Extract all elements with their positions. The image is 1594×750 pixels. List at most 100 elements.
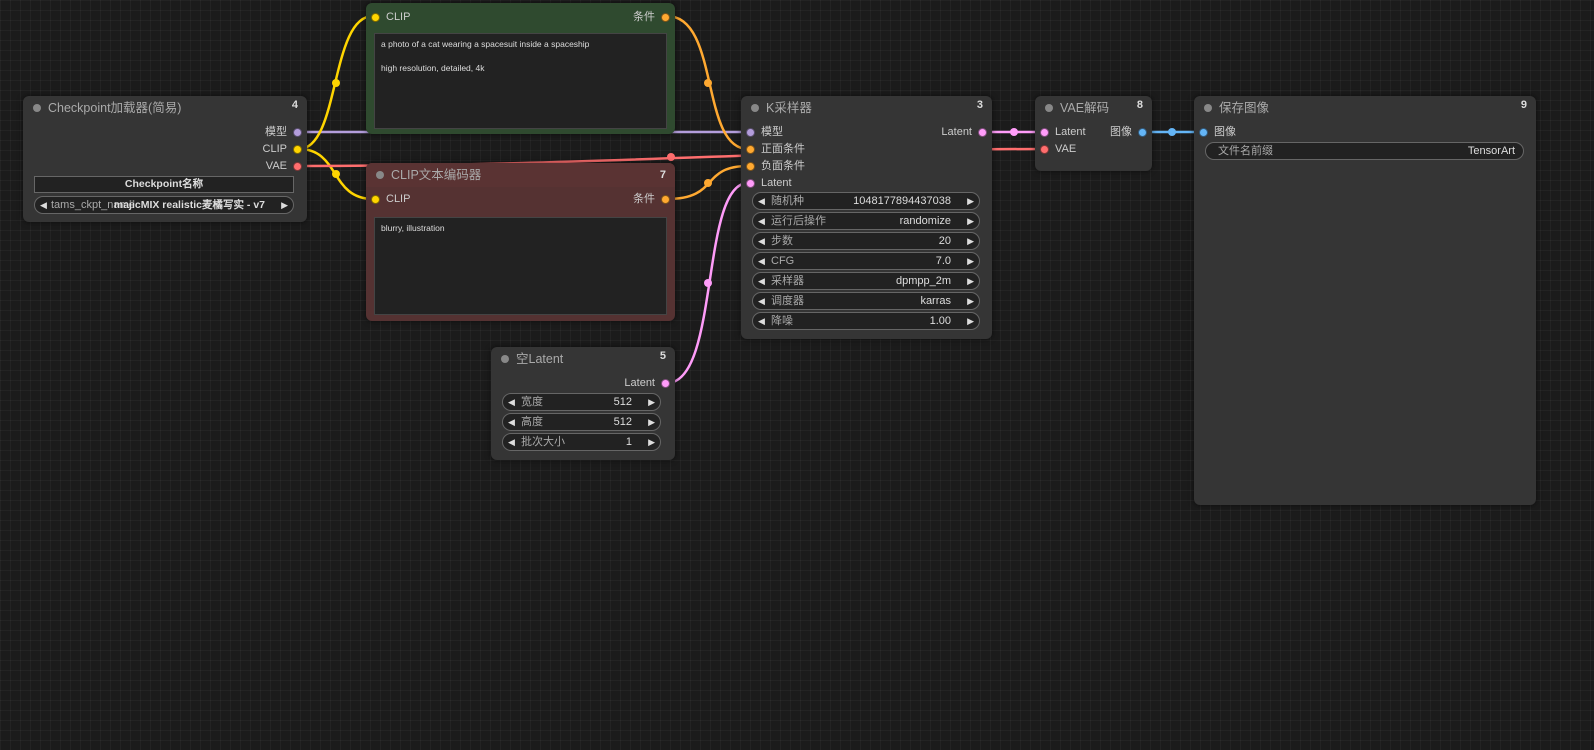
arrow-left-icon[interactable]: ◀	[758, 273, 765, 289]
arrow-left-icon[interactable]: ◀	[758, 293, 765, 309]
link-positive-conditioning[interactable]	[666, 14, 749, 151]
link-vae-midpoint[interactable]	[667, 153, 675, 161]
arrow-right-icon[interactable]: ▶	[967, 313, 974, 329]
arrow-right-icon[interactable]: ▶	[967, 253, 974, 269]
node-title-bar[interactable]: Checkpoint加载器(简易) 4	[23, 96, 307, 120]
link-latent-midpoint[interactable]	[704, 279, 712, 287]
input-image[interactable]: 图像	[1199, 125, 1236, 139]
node-title-bar[interactable]: 保存图像 9	[1194, 96, 1536, 120]
arrow-left-icon[interactable]: ◀	[758, 213, 765, 229]
latent-pin-icon[interactable]	[978, 128, 987, 137]
save-image-node[interactable]: 保存图像 9 图像 文件名前缀 TensorArt	[1194, 96, 1536, 505]
arrow-right-icon[interactable]: ▶	[967, 273, 974, 289]
ksampler-node[interactable]: K采样器 3 模型 正面条件 负面条件 Latent Latent ◀ 随机种 …	[741, 96, 992, 339]
arrow-left-icon[interactable]: ◀	[758, 193, 765, 209]
image-pin-icon[interactable]	[1199, 128, 1208, 137]
collapse-dot-icon[interactable]	[501, 355, 509, 363]
input-model[interactable]: 模型	[746, 125, 783, 139]
link-negative-midpoint[interactable]	[704, 179, 712, 187]
image-pin-icon[interactable]	[1138, 128, 1147, 137]
arrow-right-icon[interactable]: ▶	[967, 293, 974, 309]
link-image-midpoint[interactable]	[1168, 128, 1176, 136]
width-widget[interactable]: ◀ 宽度 512 ▶	[502, 393, 661, 411]
link-positive-midpoint[interactable]	[704, 79, 712, 87]
collapse-dot-icon[interactable]	[1204, 104, 1212, 112]
arrow-left-icon[interactable]: ◀	[40, 197, 47, 213]
positive-prompt-node[interactable]: CLIP 条件 a photo of a cat wearing a space…	[366, 3, 675, 134]
conditioning-pin-icon[interactable]	[746, 162, 755, 171]
vae-pin-icon[interactable]	[1040, 145, 1049, 154]
arrow-left-icon[interactable]: ◀	[508, 394, 515, 410]
checkpoint-name-combo[interactable]: ◀ tams_ckpt_name majicMIX realistic麦橘写实 …	[34, 196, 294, 214]
input-negative[interactable]: 负面条件	[746, 159, 805, 173]
batch-size-widget[interactable]: ◀ 批次大小 1 ▶	[502, 433, 661, 451]
clip-pin-icon[interactable]	[371, 195, 380, 204]
steps-widget[interactable]: ◀ 步数 20 ▶	[752, 232, 980, 250]
scheduler-widget[interactable]: ◀ 调度器 karras ▶	[752, 292, 980, 310]
arrow-right-icon[interactable]: ▶	[967, 213, 974, 229]
input-clip[interactable]: CLIP	[371, 192, 410, 206]
input-vae[interactable]: VAE	[1040, 142, 1076, 156]
link-clip-positive-midpoint[interactable]	[332, 79, 340, 87]
clip-pin-icon[interactable]	[371, 13, 380, 22]
seed-widget[interactable]: ◀ 随机种 1048177894437038 ▶	[752, 192, 980, 210]
node-title-bar[interactable]: VAE解码 8	[1035, 96, 1152, 120]
conditioning-pin-icon[interactable]	[746, 145, 755, 154]
output-image[interactable]: 图像	[1110, 125, 1147, 139]
latent-pin-icon[interactable]	[1040, 128, 1049, 137]
cfg-widget[interactable]: ◀ CFG 7.0 ▶	[752, 252, 980, 270]
input-positive[interactable]: 正面条件	[746, 142, 805, 156]
latent-pin-icon[interactable]	[746, 179, 755, 188]
node-title-bar[interactable]: 空Latent 5	[491, 347, 675, 371]
latent-pin-icon[interactable]	[661, 379, 670, 388]
output-latent[interactable]: Latent	[624, 376, 670, 390]
link-negative-conditioning[interactable]	[666, 164, 749, 201]
input-clip[interactable]: CLIP	[371, 10, 410, 24]
arrow-left-icon[interactable]: ◀	[758, 253, 765, 269]
output-conditioning[interactable]: 条件	[633, 192, 670, 206]
arrow-right-icon[interactable]: ▶	[967, 233, 974, 249]
link-clip-negative[interactable]	[298, 147, 374, 201]
checkpoint-loader-node[interactable]: Checkpoint加载器(简易) 4 模型 CLIP VAE Checkpoi…	[23, 96, 307, 222]
output-vae[interactable]: VAE	[266, 159, 302, 173]
collapse-dot-icon[interactable]	[751, 104, 759, 112]
height-widget[interactable]: ◀ 高度 512 ▶	[502, 413, 661, 431]
model-pin-icon[interactable]	[746, 128, 755, 137]
prompt-textarea[interactable]: a photo of a cat wearing a spacesuit ins…	[374, 33, 667, 129]
output-model[interactable]: 模型	[265, 125, 302, 139]
collapse-dot-icon[interactable]	[376, 171, 384, 179]
output-conditioning[interactable]: 条件	[633, 10, 670, 24]
arrow-right-icon[interactable]: ▶	[648, 414, 655, 430]
output-latent[interactable]: Latent	[941, 125, 987, 139]
arrow-right-icon[interactable]: ▶	[648, 434, 655, 450]
output-clip[interactable]: CLIP	[263, 142, 302, 156]
node-title-bar[interactable]: CLIP文本编码器 7	[366, 163, 675, 187]
conditioning-pin-icon[interactable]	[661, 195, 670, 204]
link-clip-positive[interactable]	[298, 14, 374, 151]
collapse-dot-icon[interactable]	[33, 104, 41, 112]
clip-pin-icon[interactable]	[293, 145, 302, 154]
model-pin-icon[interactable]	[293, 128, 302, 137]
conditioning-pin-icon[interactable]	[661, 13, 670, 22]
arrow-left-icon[interactable]: ◀	[758, 313, 765, 329]
arrow-right-icon[interactable]: ▶	[648, 394, 655, 410]
vae-pin-icon[interactable]	[293, 162, 302, 171]
link-latent-to-sampler[interactable]	[666, 181, 749, 385]
negative-prompt-node[interactable]: CLIP文本编码器 7 CLIP 条件 blurry, illustration	[366, 163, 675, 321]
prompt-textarea[interactable]: blurry, illustration	[374, 217, 667, 315]
link-sampler-vae-midpoint[interactable]	[1010, 128, 1018, 136]
control-after-generate-widget[interactable]: ◀ 运行后操作 randomize ▶	[752, 212, 980, 230]
filename-prefix-widget[interactable]: 文件名前缀 TensorArt	[1205, 142, 1524, 160]
arrow-left-icon[interactable]: ◀	[758, 233, 765, 249]
link-clip-negative-midpoint[interactable]	[332, 170, 340, 178]
arrow-right-icon[interactable]: ▶	[281, 197, 288, 213]
denoise-widget[interactable]: ◀ 降噪 1.00 ▶	[752, 312, 980, 330]
arrow-left-icon[interactable]: ◀	[508, 414, 515, 430]
arrow-right-icon[interactable]: ▶	[967, 193, 974, 209]
input-latent[interactable]: Latent	[746, 176, 792, 190]
input-latent[interactable]: Latent	[1040, 125, 1086, 139]
empty-latent-node[interactable]: 空Latent 5 Latent ◀ 宽度 512 ▶ ◀ 高度 512 ▶ ◀…	[491, 347, 675, 460]
node-title-bar[interactable]: K采样器 3	[741, 96, 992, 120]
vae-decode-node[interactable]: VAE解码 8 Latent VAE 图像	[1035, 96, 1152, 171]
sampler-widget[interactable]: ◀ 采样器 dpmpp_2m ▶	[752, 272, 980, 290]
